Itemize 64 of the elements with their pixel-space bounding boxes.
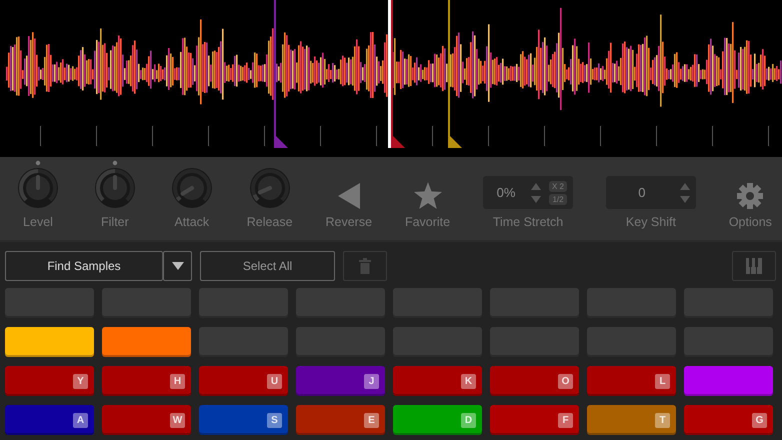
cue-marker[interactable] (391, 0, 405, 148)
control-label: Filter (101, 215, 129, 229)
key-label: U (267, 374, 282, 388)
reverse-icon[interactable] (338, 183, 360, 209)
key-label: J (364, 374, 379, 388)
sample-pad[interactable] (102, 327, 191, 357)
select-all-button[interactable]: Select All (200, 251, 335, 281)
control-label: Key Shift (626, 215, 676, 229)
key-label: A (73, 412, 88, 428)
sample-pad[interactable] (684, 366, 773, 396)
key-label: K (461, 374, 476, 388)
sample-pad[interactable]: A (5, 405, 94, 435)
sample-pad[interactable]: Y (5, 366, 94, 396)
key-label: G (752, 412, 767, 428)
sample-pad[interactable]: H (102, 366, 191, 396)
cue-marker[interactable] (274, 0, 288, 148)
sample-pad[interactable]: O (490, 366, 579, 396)
control-label: Time Stretch (492, 215, 564, 229)
sample-pad[interactable]: F (490, 405, 579, 435)
find-samples-button[interactable]: Find Samples (5, 251, 163, 281)
control-label: Favorite (404, 215, 450, 229)
sample-pad[interactable]: D (393, 405, 482, 435)
key-label: E (364, 412, 379, 428)
key-label: T (655, 412, 670, 428)
piano-keys-icon (746, 258, 762, 274)
keyboard-button[interactable] (732, 251, 776, 281)
delete-button[interactable] (343, 251, 387, 281)
sample-pad[interactable]: S (199, 405, 288, 435)
double-button[interactable]: X 2 (549, 180, 568, 192)
sample-pad[interactable]: U (199, 366, 288, 396)
star-icon[interactable] (414, 182, 442, 209)
control-label: Options (728, 215, 772, 229)
control-label: Attack (174, 215, 210, 229)
sample-pad[interactable] (5, 327, 94, 357)
stepper-icon[interactable] (680, 182, 690, 204)
time-stretch-field[interactable]: 0% X 2 1/2 (483, 176, 574, 209)
dropdown-arrow-icon (172, 262, 184, 270)
key-shift-field[interactable]: 0 (606, 176, 696, 209)
stepper-icon[interactable] (531, 182, 541, 204)
sample-pad[interactable]: K (393, 366, 482, 396)
sample-pad[interactable]: T (587, 405, 676, 435)
sample-pad[interactable]: W (102, 405, 191, 435)
trash-icon (359, 258, 371, 274)
key-label: S (267, 412, 282, 428)
control-label: Reverse (326, 215, 372, 229)
half-button[interactable]: 1/2 (549, 194, 568, 204)
key-label: W (170, 412, 185, 428)
key-label: L (655, 374, 670, 388)
sample-pad[interactable]: L (587, 366, 676, 396)
key-label: H (170, 374, 185, 388)
key-label: O (558, 374, 573, 388)
control-label: Level (23, 215, 53, 229)
control-label: Release (246, 215, 293, 229)
dropdown-button[interactable] (163, 251, 192, 281)
knob[interactable] (92, 159, 137, 209)
settings-icon[interactable] (737, 183, 764, 209)
cue-marker[interactable] (448, 0, 462, 148)
key-label: D (461, 412, 476, 428)
sample-pad[interactable]: G (684, 405, 773, 435)
sample-pad[interactable]: E (296, 405, 385, 435)
sample-pad[interactable]: J (296, 366, 385, 396)
knob[interactable] (16, 159, 60, 209)
key-label: Y (73, 374, 88, 388)
key-label: F (558, 412, 573, 428)
